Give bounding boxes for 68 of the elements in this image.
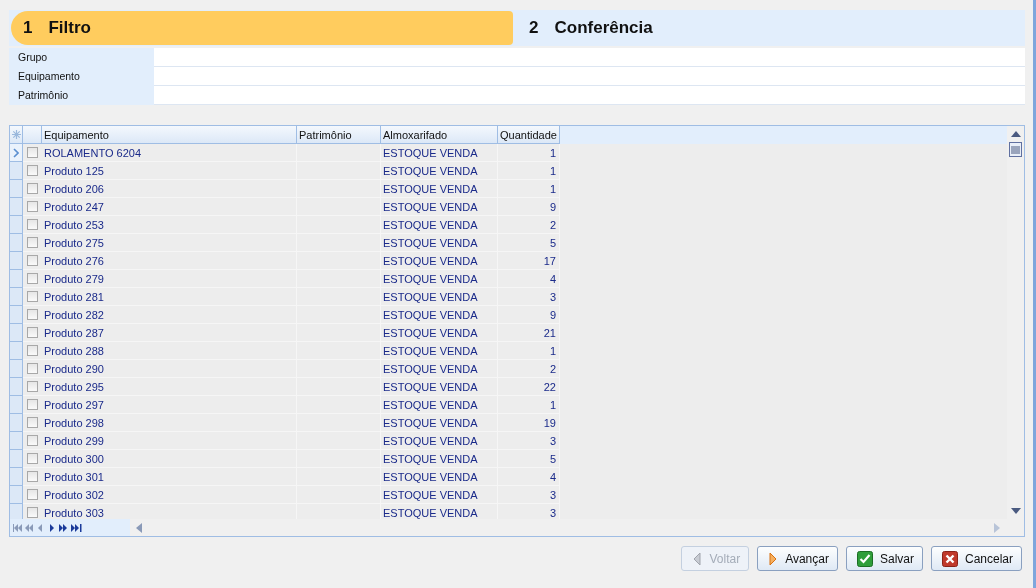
checkbox[interactable] (27, 489, 38, 500)
input-field[interactable] (154, 86, 1025, 105)
forward-arrow-icon (768, 551, 779, 566)
checkbox[interactable] (27, 147, 38, 158)
row-indicator[interactable] (10, 450, 23, 468)
checkbox[interactable] (27, 219, 38, 230)
scroll-right-icon[interactable] (994, 522, 1000, 533)
checkbox[interactable] (27, 435, 38, 446)
scroll-thumb[interactable] (1009, 142, 1022, 157)
row-indicator[interactable] (10, 324, 23, 342)
row-indicator[interactable] (10, 378, 23, 396)
checkbox[interactable] (27, 165, 38, 176)
checkbox[interactable] (27, 381, 38, 392)
scroll-up-icon[interactable] (1010, 131, 1021, 137)
checkbox[interactable] (27, 327, 38, 338)
checkbox[interactable] (27, 507, 38, 518)
checkbox[interactable] (27, 363, 38, 374)
input-field[interactable] (154, 48, 1025, 67)
checkbox[interactable] (27, 345, 38, 356)
checkbox[interactable] (27, 417, 38, 428)
checkbox[interactable] (27, 183, 38, 194)
field-label: Equipamento (9, 67, 154, 86)
checkbox[interactable] (27, 255, 38, 266)
column-header[interactable]: Equipamento (42, 126, 297, 144)
row-indicator[interactable] (10, 414, 23, 432)
checkbox[interactable] (27, 237, 38, 248)
input-field[interactable] (154, 67, 1025, 86)
checkbox[interactable] (27, 453, 38, 464)
field-label: Patrimônio (9, 86, 154, 105)
row-indicator[interactable] (10, 306, 23, 324)
row-indicator[interactable] (10, 198, 23, 216)
row-indicator[interactable] (10, 252, 23, 270)
checkbox[interactable] (27, 471, 38, 482)
column-header[interactable]: Patrimônio (297, 126, 381, 144)
row-indicator[interactable] (10, 342, 23, 360)
horizontal-scrollbar[interactable] (130, 519, 1024, 536)
checkbox[interactable] (27, 273, 38, 284)
checkbox[interactable] (27, 399, 38, 410)
row-indicator[interactable] (10, 432, 23, 450)
field-label: Grupo (9, 48, 154, 67)
row-indicator[interactable] (10, 144, 23, 162)
row-indicator[interactable] (10, 162, 23, 180)
row-indicator[interactable] (10, 270, 23, 288)
wizard-step[interactable]: 2 Conferência (517, 11, 1019, 45)
row-indicator[interactable] (10, 180, 23, 198)
action-button[interactable]: Avançar (757, 546, 838, 571)
row-indicator[interactable] (10, 486, 23, 504)
row-indicator[interactable] (10, 234, 23, 252)
checkbox[interactable] (27, 309, 38, 320)
row-indicator[interactable] (10, 360, 23, 378)
checkbox[interactable] (27, 291, 38, 302)
row-indicator[interactable] (10, 288, 23, 306)
row-indicator[interactable] (10, 504, 23, 519)
column-header[interactable]: Quantidade (498, 126, 560, 144)
row-indicator[interactable] (10, 396, 23, 414)
row-indicator[interactable] (10, 216, 23, 234)
column-header[interactable]: Almoxarifado (381, 126, 498, 144)
navigation-arrows-icon[interactable] (12, 523, 82, 532)
action-button[interactable]: Cancelar (930, 546, 1022, 571)
wizard-step[interactable]: 1 Filtro (11, 11, 513, 45)
checkbox[interactable] (27, 201, 38, 212)
row-indicator[interactable] (10, 468, 23, 486)
action-button[interactable]: Salvar (845, 546, 923, 571)
checkmark-icon (856, 550, 873, 567)
scroll-left-icon[interactable] (136, 522, 142, 533)
back-arrow-icon (692, 551, 703, 566)
close-icon (941, 550, 958, 567)
scroll-down-icon[interactable] (1010, 508, 1021, 514)
